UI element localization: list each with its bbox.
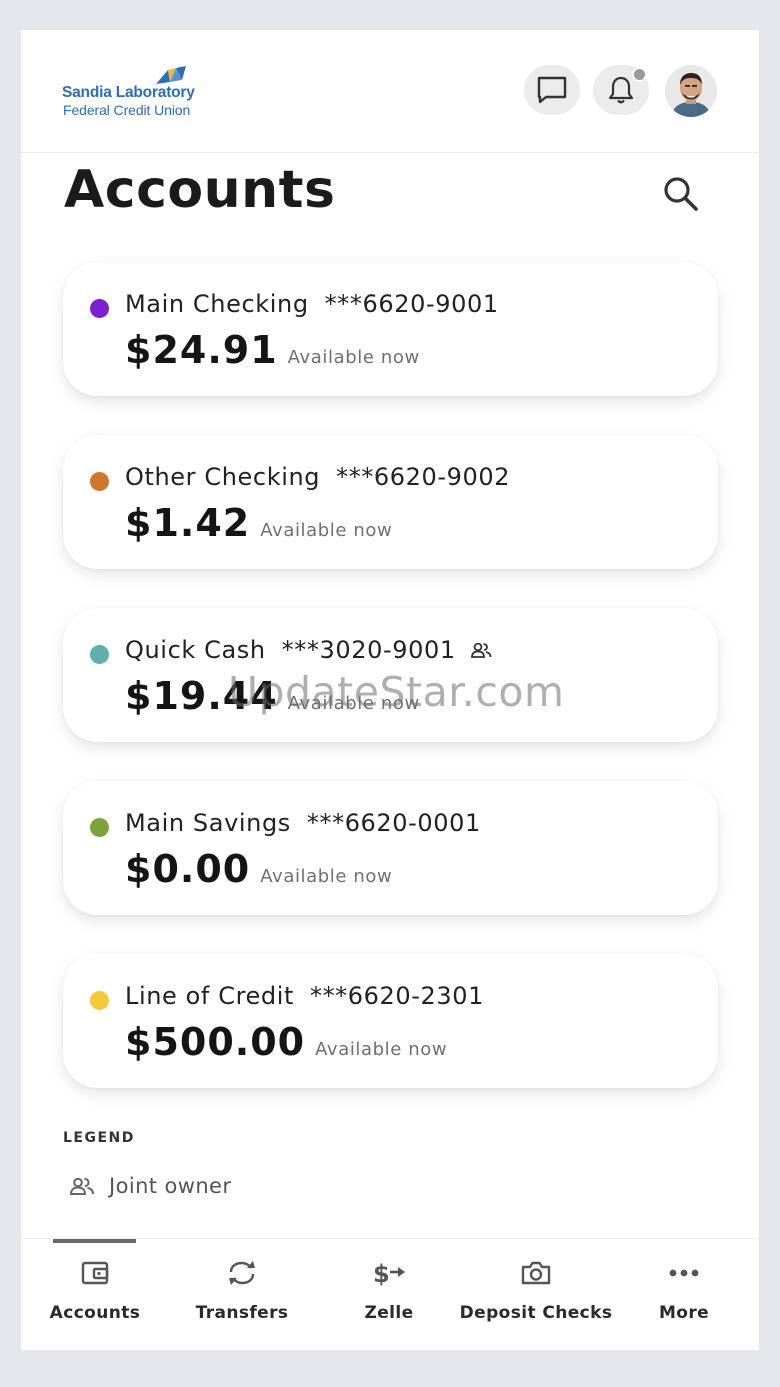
logo-mark-icon [156, 66, 186, 84]
nav-accounts[interactable]: Accounts [21, 1255, 169, 1323]
nav-label: More [658, 1303, 710, 1323]
account-balance: $1.42 [125, 501, 251, 545]
chat-icon [537, 76, 567, 104]
camera-icon [521, 1261, 551, 1285]
balance-status: Available now [287, 693, 420, 714]
balance-status: Available now [287, 347, 420, 368]
active-tab-indicator [53, 1239, 136, 1243]
account-card-line-of-credit[interactable]: Line of Credit ***6620-2301 $500.00 Avai… [63, 954, 718, 1088]
avatar[interactable] [665, 65, 717, 117]
nav-label: Deposit Checks [459, 1303, 613, 1323]
nav-label: Zelle [364, 1303, 414, 1323]
account-color-dot [90, 472, 109, 491]
notification-dot [632, 67, 647, 82]
account-color-dot [90, 299, 109, 318]
account-number: ***6620-2301 [309, 982, 485, 1010]
more-icon [669, 1269, 699, 1277]
account-number: ***6620-0001 [306, 809, 481, 837]
joint-owner-icon [470, 641, 492, 659]
nav-zelle[interactable]: $ Zelle [315, 1255, 463, 1323]
account-name: Quick Cash [125, 636, 266, 664]
balance-status: Available now [315, 1039, 448, 1060]
account-name: Other Checking [125, 463, 321, 491]
account-card-other-checking[interactable]: Other Checking ***6620-9002 $1.42 Availa… [63, 435, 718, 569]
account-name: Main Savings [125, 809, 291, 837]
balance-status: Available now [260, 520, 393, 541]
wallet-icon [81, 1261, 109, 1285]
legend-item-joint-owner: Joint owner [69, 1174, 231, 1198]
top-bar: Sandia Laboratory Federal Credit Union [21, 30, 759, 153]
account-balance: $500.00 [125, 1020, 306, 1064]
nav-deposit-checks[interactable]: Deposit Checks [459, 1255, 613, 1323]
legend-title: LEGEND [63, 1130, 135, 1146]
account-color-dot [90, 991, 109, 1010]
zelle-icon: $ [373, 1260, 405, 1288]
account-name: Line of Credit [125, 982, 294, 1010]
brand-logo[interactable]: Sandia Laboratory Federal Credit Union [62, 66, 202, 120]
account-card-main-savings[interactable]: Main Savings ***6620-0001 $0.00 Availabl… [63, 781, 718, 915]
account-card-quick-cash[interactable]: Quick Cash ***3020-9001 $19.44 Available… [63, 608, 718, 742]
account-color-dot [90, 818, 109, 837]
balance-status: Available now [260, 866, 393, 887]
brand-name-line2: Federal Credit Union [63, 102, 191, 118]
account-name: Main Checking [125, 290, 309, 318]
notifications-button[interactable] [593, 65, 649, 115]
bell-icon [608, 76, 634, 104]
joint-owner-icon [69, 1177, 94, 1195]
account-number: ***6620-9002 [336, 463, 511, 491]
bottom-navigation: Accounts Transfers $ Zelle Deposit Check… [21, 1238, 759, 1350]
nav-label: Accounts [49, 1303, 141, 1323]
nav-transfers[interactable]: Transfers [168, 1255, 316, 1323]
user-photo-icon [665, 65, 717, 117]
legend-label: Joint owner [109, 1174, 232, 1198]
account-number: ***3020-9001 [281, 636, 456, 664]
account-balance: $24.91 [125, 328, 278, 372]
nav-label: Transfers [195, 1303, 289, 1323]
search-button[interactable] [659, 172, 703, 216]
account-balance: $19.44 [125, 674, 278, 718]
search-icon [664, 177, 698, 211]
transfer-icon [229, 1261, 255, 1285]
account-card-main-checking[interactable]: Main Checking ***6620-9001 $24.91 Availa… [63, 262, 718, 396]
nav-more[interactable]: More [610, 1255, 758, 1323]
app-screen: Sandia Laboratory Federal Credit Union A… [21, 30, 759, 1350]
messages-button[interactable] [524, 65, 580, 115]
account-color-dot [90, 645, 109, 664]
brand-name-line1: Sandia Laboratory [62, 84, 195, 101]
page-title: Accounts [64, 160, 336, 220]
account-balance: $0.00 [125, 847, 251, 891]
account-number: ***6620-9001 [324, 290, 499, 318]
svg-text:$: $ [373, 1260, 390, 1288]
